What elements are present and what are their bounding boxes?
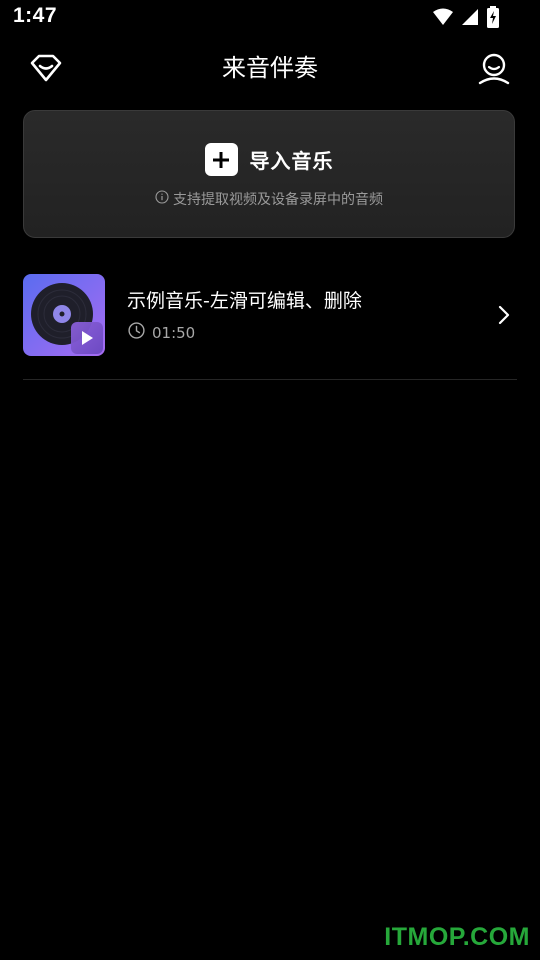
import-music-button[interactable]: 导入音乐 支持提取视频及设备录屏中的音频 [23, 110, 515, 238]
import-music-label: 导入音乐 [249, 149, 334, 173]
status-bar: 1:47 [0, 0, 540, 36]
battery-charging-icon [486, 6, 500, 28]
song-title: 示例音乐-左滑可编辑、删除 [127, 290, 362, 312]
status-time: 1:47 [13, 4, 58, 27]
info-icon [155, 190, 169, 208]
chevron-right-icon [497, 303, 511, 327]
cell-signal-icon [460, 6, 480, 28]
page-title: 来音伴奏 [222, 54, 318, 82]
song-cover [23, 274, 105, 356]
import-row: 导入音乐 [24, 143, 514, 176]
import-hint: 支持提取视频及设备录屏中的音频 [24, 189, 514, 209]
plus-icon [204, 143, 238, 176]
import-hint-text: 支持提取视频及设备录屏中的音频 [173, 192, 383, 208]
song-duration: 01:50 [152, 323, 196, 342]
user-profile-icon[interactable] [476, 50, 512, 86]
status-icons [432, 6, 500, 28]
wifi-icon [432, 6, 454, 28]
clock-icon [128, 322, 145, 343]
vinyl-record-icon [23, 274, 105, 356]
song-meta: 01:50 [128, 322, 195, 343]
watermark: ITMOP.COM [384, 923, 530, 951]
header: 来音伴奏 [0, 40, 540, 96]
list-item[interactable]: 示例音乐-左滑可编辑、删除 01:50 [23, 274, 517, 356]
divider [23, 379, 517, 380]
